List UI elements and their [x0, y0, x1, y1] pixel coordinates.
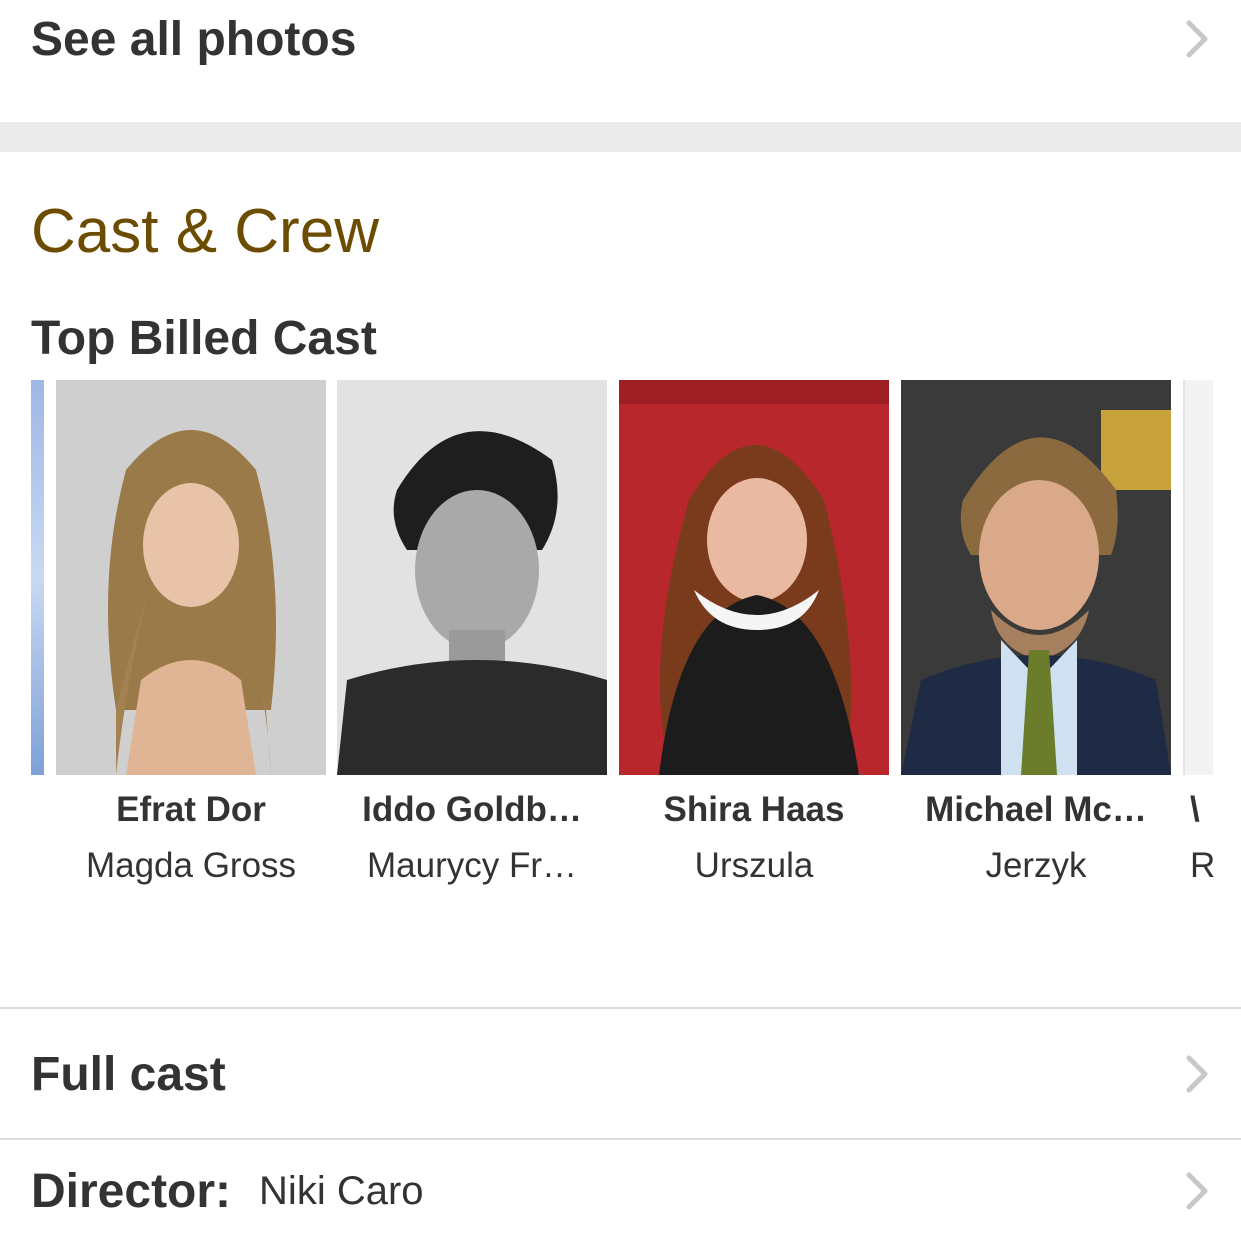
cast-card[interactable]: Iddo Goldb… Maurycy Fr… [337, 380, 607, 886]
next-cast-name: \ [1190, 790, 1200, 829]
full-cast-row[interactable]: Full cast [0, 1010, 1241, 1138]
see-all-photos-label: See all photos [31, 12, 357, 66]
cast-photo [619, 380, 889, 775]
cast-card[interactable]: Efrat Dor Magda Gross [56, 380, 326, 886]
cast-role: Jerzyk [985, 846, 1087, 885]
cast-card[interactable]: Shira Haas Urszula [619, 380, 889, 886]
next-cast-card-partial[interactable] [1183, 380, 1213, 775]
next-cast-role: R [1190, 846, 1216, 885]
cast-name: Efrat Dor [116, 790, 266, 829]
cast-role: Maurycy Fr… [367, 846, 577, 885]
cast-photo [901, 380, 1171, 775]
cast-name: Shira Haas [663, 790, 845, 829]
director-label: Director: [31, 1164, 232, 1218]
see-all-photos-row[interactable]: See all photos [0, 0, 1241, 78]
cast-name: Michael Mc… [925, 790, 1147, 829]
next-cast-card-text: \ R [1190, 775, 1230, 886]
director-row[interactable]: Director: Niki Caro [0, 1141, 1241, 1241]
chevron-right-icon [1183, 19, 1211, 59]
cast-carousel[interactable]: Efrat Dor Magda Gross Iddo Goldb… Mauryc… [0, 380, 1241, 900]
cast-role: Urszula [694, 846, 814, 885]
divider [0, 1007, 1241, 1009]
cast-card[interactable]: Michael Mc… Jerzyk [901, 380, 1171, 886]
top-billed-cast-title: Top Billed Cast [31, 312, 377, 365]
section-separator [0, 122, 1241, 152]
director-name: Niki Caro [259, 1168, 424, 1213]
chevron-right-icon [1183, 1171, 1211, 1211]
cast-photo [56, 380, 326, 775]
divider [0, 1138, 1241, 1140]
chevron-right-icon [1183, 1054, 1211, 1094]
previous-cast-card-partial[interactable] [31, 380, 44, 775]
cast-role: Magda Gross [85, 846, 297, 885]
cast-crew-title: Cast & Crew [31, 197, 379, 266]
cast-photo [337, 380, 607, 775]
full-cast-label: Full cast [31, 1047, 226, 1101]
cast-name: Iddo Goldb… [362, 790, 582, 829]
